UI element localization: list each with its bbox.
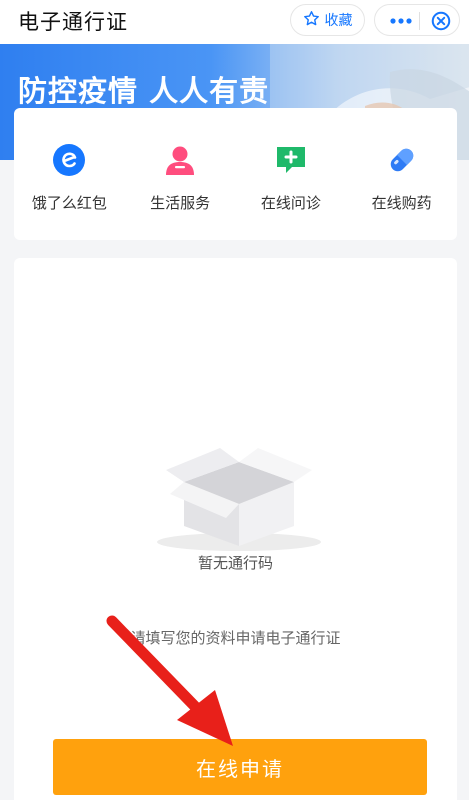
person-icon bbox=[160, 140, 200, 180]
hint-text: 请填写您的资料申请电子通行证 bbox=[130, 629, 341, 647]
capsule-menu bbox=[374, 4, 460, 36]
service-label: 在线购药 bbox=[371, 194, 432, 212]
close-icon[interactable] bbox=[427, 9, 455, 33]
empty-box-illustration bbox=[157, 448, 321, 551]
star-icon bbox=[303, 10, 320, 31]
favorite-button[interactable]: 收藏 bbox=[290, 4, 365, 36]
apply-online-button[interactable]: 在线申请 bbox=[53, 739, 427, 795]
service-eleme-hongbao[interactable]: 饿了么红包 bbox=[19, 140, 119, 240]
service-label: 生活服务 bbox=[150, 194, 211, 212]
medical-chat-icon bbox=[271, 140, 311, 180]
service-label: 饿了么红包 bbox=[31, 194, 107, 212]
favorite-label: 收藏 bbox=[324, 13, 353, 29]
service-life-services[interactable]: 生活服务 bbox=[130, 140, 230, 240]
service-label: 在线问诊 bbox=[260, 194, 321, 212]
pass-card: 暂无通行码 请填写您的资料申请电子通行证 bbox=[14, 258, 457, 800]
more-icon[interactable] bbox=[387, 9, 415, 33]
services-card: 饿了么红包 生活服务 在线问诊 在线购药 bbox=[14, 108, 457, 240]
banner-slogan: 防控疫情 人人有责 bbox=[18, 74, 270, 108]
service-online-pharmacy[interactable]: 在线购药 bbox=[352, 140, 452, 240]
page-title: 电子通行证 bbox=[18, 10, 128, 34]
title-bar: 电子通行证 收藏 bbox=[0, 0, 469, 44]
empty-state-text: 暂无通行码 bbox=[197, 554, 273, 572]
service-online-consult[interactable]: 在线问诊 bbox=[241, 140, 341, 240]
capsule-divider bbox=[419, 12, 420, 30]
pill-icon bbox=[382, 140, 422, 180]
eleme-icon bbox=[49, 140, 89, 180]
